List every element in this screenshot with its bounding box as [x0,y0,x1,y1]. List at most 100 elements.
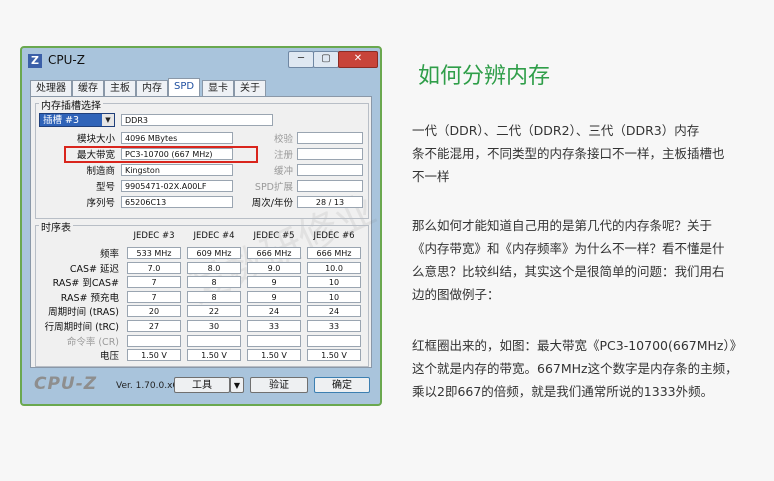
tab-about[interactable]: 关于 [234,80,266,96]
timing-cell: 7.0 [127,261,181,274]
close-button[interactable]: ✕ [338,51,378,68]
minimize-button[interactable]: ─ [288,51,314,68]
text-line: 一代（DDR）、二代（DDR2）、三代（DDR3）内存 [412,123,700,138]
timing-cell: 609 MHz [187,247,241,259]
timing-cell: 8 [187,276,241,289]
tab-cpu[interactable]: 处理器 [30,80,72,96]
manufacturer-label: 制造商 [86,166,115,177]
cpuz-app-icon: Z [28,54,42,68]
timing-row-label: 频率 [99,249,119,260]
timing-cell: 22 [187,305,241,318]
tab-graphics[interactable]: 显卡 [202,80,234,96]
timing-cell: 533 MHz [127,247,181,259]
text-line: 边的图做例子： [412,287,500,302]
tools-button[interactable]: 工具 [174,377,230,393]
timing-cell: 8 [187,290,241,303]
timing-row-label: 电压 [99,351,119,363]
manufacturer-value: Kingston [121,164,233,176]
timing-cell: 7 [127,290,181,303]
spd-ext-value [297,180,363,192]
text-line: 么意思？比较纠结，其实这个是很简单的问题：我们用右 [412,264,725,279]
slot-dropdown[interactable]: 插槽 #3 ▼ [39,113,115,127]
tab-mainboard[interactable]: 主板 [104,80,136,96]
text-line: 条不能混用，不同类型的内存条接口不一样，主板插槽也 [412,146,725,161]
timing-row-label: RAS# 到CAS# [52,278,119,290]
timing-cell: 1.50 V [187,349,241,362]
maximize-button[interactable]: ▢ [313,51,339,68]
validate-button[interactable]: 验证 [250,377,308,393]
timing-row-label: CAS# 延迟 [69,263,119,275]
timing-cell: 24 [307,305,361,318]
timing-col-header: JEDEC #5 [253,231,295,241]
timing-cell: 1.50 V [127,349,181,362]
tab-memory[interactable]: 内存 [136,80,168,96]
timing-row-label: 命令率 (CR) [66,336,119,348]
timing-row-label: 周期时间 (tRAS) [48,307,119,319]
registered-value [297,148,363,160]
timing-row-label: 行周期时间 (tRC) [44,322,119,333]
timing-cell: 27 [127,320,181,332]
chevron-down-icon: ▼ [102,114,114,126]
text-line: 乘以2即667的倍频，就是我们通常所说的1333外频。 [412,384,714,399]
slot-group-title: 内存插槽选择 [39,97,103,112]
timing-cell [247,334,301,347]
buffered-label: 缓冲 [273,166,293,177]
article-paragraph-3: 红框圈出来的，如图：最大带宽《PC3-10700(667MHz）》 这个就是内存… [412,334,762,403]
timing-cell: 666 MHz [247,247,301,259]
part-number-label: 型号 [95,182,115,193]
module-size-value: 4096 MBytes [121,132,233,144]
timing-cell: 9.0 [247,261,301,274]
cpuz-footer: CPU-Z Ver. 1.70.0.x64 工具 ▼ 验证 确定 [30,374,372,398]
text-line: 那么如何才能知道自己用的是第几代的内存条呢？关于 [412,218,713,233]
timing-row-label: RAS# 预充电 [60,292,119,304]
timing-cell: 20 [127,305,181,318]
timing-col-header: JEDEC #4 [193,231,235,241]
cpuz-window: Z CPU-Z ─ ▢ ✕ 处理器 缓存 主板 内存 SPD 显卡 关于 爱数研… [20,46,383,406]
timing-cell: 10 [307,290,361,303]
text-line: 不一样 [412,169,450,184]
timing-cell: 10 [307,276,361,289]
timing-col-header: JEDEC #6 [313,231,355,241]
timing-cell: 33 [247,320,301,332]
article-paragraph-2: 那么如何才能知道自己用的是第几代的内存条呢？关于 《内存带宽》和《内存频率》为什… [412,214,762,306]
timing-cell: 30 [187,320,241,332]
timing-cell [127,334,181,347]
timing-cell: 10.0 [307,261,361,274]
spd-ext-label: SPD扩展 [254,182,293,193]
memory-type-field: DDR3 [121,114,273,126]
week-year-label: 周次/年份 [251,198,293,209]
tab-spd[interactable]: SPD [168,78,201,96]
timing-cell: 666 MHz [307,247,361,259]
text-line: 这个就是内存的带宽。667MHz这个数字是内存条的主频， [412,361,738,376]
timing-cell: 33 [307,320,361,332]
timing-cell [307,334,361,347]
tools-dropdown-icon[interactable]: ▼ [230,377,244,393]
timing-cell [187,334,241,347]
timing-col-header: JEDEC #3 [133,231,175,241]
tab-cache[interactable]: 缓存 [72,80,104,96]
checksum-label: 校验 [273,134,293,145]
serial-number-value: 65206C13 [121,196,233,208]
timing-cell: 1.50 V [307,349,361,362]
serial-number-label: 序列号 [86,198,115,209]
text-line: 《内存带宽》和《内存频率》为什么不一样？看不懂是什 [412,241,725,256]
part-number-value: 9905471-02X.A00LF [121,180,233,192]
text-line: 红框圈出来的，如图：最大带宽《PC3-10700(667MHz）》 [412,338,743,353]
timing-cell: 24 [247,305,301,318]
window-title: CPU-Z [48,53,85,67]
ok-button[interactable]: 确定 [314,377,370,393]
checksum-value [297,132,363,144]
spd-panel: 爱数研修业 内存插槽选择 插槽 #3 ▼ DDR3 模块大小 4096 MByt… [30,96,383,368]
timing-cell: 9 [247,276,301,289]
timing-group-title: 时序表 [39,219,73,234]
timing-cell: 9 [247,290,301,303]
week-year-value: 28 / 13 [297,196,363,208]
buffered-value [297,164,363,176]
slot-dropdown-value: 插槽 #3 [43,115,80,126]
title-bar[interactable]: Z CPU-Z ─ ▢ ✕ [22,48,380,74]
cpuz-logo: CPU-Z [34,374,98,394]
timing-cell: 8.0 [187,261,241,274]
timing-cell: 7 [127,276,181,289]
highlight-box [64,146,258,163]
module-size-label: 模块大小 [76,134,115,145]
